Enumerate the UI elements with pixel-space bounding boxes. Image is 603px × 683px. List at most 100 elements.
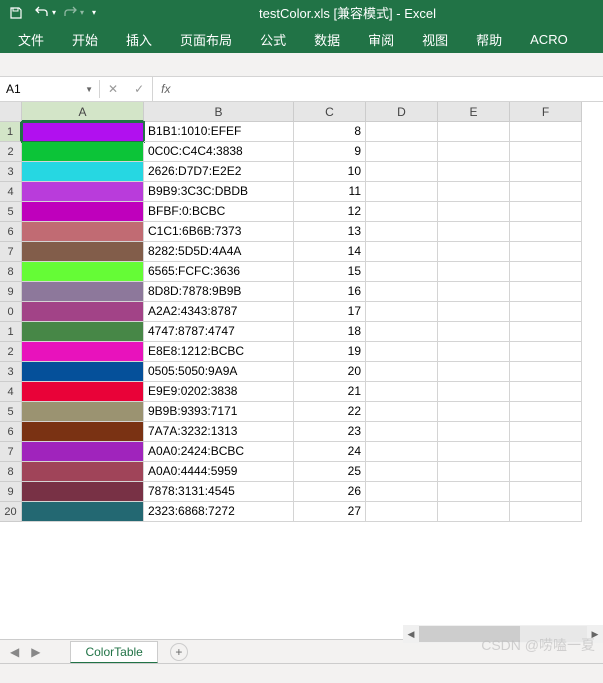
sheet-tab-colortable[interactable]: ColorTable — [70, 641, 157, 663]
cell[interactable] — [510, 182, 582, 202]
cell[interactable] — [510, 122, 582, 142]
cell-color[interactable] — [22, 382, 144, 402]
name-box[interactable]: A1 ▼ — [0, 80, 100, 98]
row-header[interactable]: 8 — [0, 462, 22, 482]
cell[interactable]: 7A7A:3232:1313 — [144, 422, 294, 442]
cell[interactable]: 11 — [294, 182, 366, 202]
cell[interactable]: 19 — [294, 342, 366, 362]
cell[interactable] — [366, 162, 438, 182]
cell[interactable]: A2A2:4343:8787 — [144, 302, 294, 322]
cell[interactable] — [438, 322, 510, 342]
cell[interactable] — [438, 382, 510, 402]
cell[interactable] — [366, 422, 438, 442]
cell[interactable] — [438, 302, 510, 322]
cell[interactable] — [510, 402, 582, 422]
row-header[interactable]: 7 — [0, 242, 22, 262]
row-header[interactable]: 8 — [0, 262, 22, 282]
cell[interactable]: A0A0:4444:5959 — [144, 462, 294, 482]
cell-color[interactable] — [22, 362, 144, 382]
cell-color[interactable] — [22, 442, 144, 462]
cell-color[interactable] — [22, 242, 144, 262]
cell[interactable]: A0A0:2424:BCBC — [144, 442, 294, 462]
row-header[interactable]: 3 — [0, 362, 22, 382]
row-header[interactable]: 9 — [0, 482, 22, 502]
cell[interactable]: 18 — [294, 322, 366, 342]
fx-label[interactable]: fx — [153, 82, 178, 96]
cell[interactable] — [366, 322, 438, 342]
cell[interactable] — [510, 422, 582, 442]
row-header[interactable]: 6 — [0, 222, 22, 242]
cell[interactable] — [438, 282, 510, 302]
cell[interactable]: 23 — [294, 422, 366, 442]
new-sheet-button[interactable]: + — [170, 643, 188, 661]
row-header[interactable]: 2 — [0, 342, 22, 362]
cell[interactable] — [438, 142, 510, 162]
row-header[interactable]: 3 — [0, 162, 22, 182]
cell[interactable]: 15 — [294, 262, 366, 282]
cell[interactable] — [510, 222, 582, 242]
cell[interactable] — [510, 262, 582, 282]
row-header[interactable]: 5 — [0, 202, 22, 222]
cell[interactable] — [438, 122, 510, 142]
cell[interactable]: 6565:FCFC:3636 — [144, 262, 294, 282]
cell[interactable] — [510, 302, 582, 322]
cell[interactable]: B9B9:3C3C:DBDB — [144, 182, 294, 202]
cell[interactable] — [438, 422, 510, 442]
cell[interactable]: 2323:6868:7272 — [144, 502, 294, 522]
select-all-cell[interactable] — [0, 102, 22, 122]
cell[interactable] — [510, 462, 582, 482]
cell-color[interactable] — [22, 302, 144, 322]
cell-color[interactable] — [22, 202, 144, 222]
cell[interactable] — [510, 242, 582, 262]
ribbon-tab-8[interactable]: 帮助 — [462, 24, 516, 55]
cell[interactable]: 21 — [294, 382, 366, 402]
cell[interactable] — [510, 322, 582, 342]
cell[interactable] — [366, 182, 438, 202]
col-header-a[interactable]: A — [22, 102, 144, 122]
cell[interactable] — [510, 502, 582, 522]
cell[interactable] — [366, 122, 438, 142]
cell[interactable] — [438, 202, 510, 222]
cell-color[interactable] — [22, 342, 144, 362]
row-header[interactable]: 7 — [0, 442, 22, 462]
ribbon-tab-2[interactable]: 插入 — [112, 24, 166, 55]
cell[interactable] — [510, 362, 582, 382]
cell[interactable] — [366, 442, 438, 462]
row-header[interactable]: 6 — [0, 422, 22, 442]
col-header-c[interactable]: C — [294, 102, 366, 122]
cell-color[interactable] — [22, 122, 144, 142]
col-header-e[interactable]: E — [438, 102, 510, 122]
cell[interactable] — [366, 202, 438, 222]
cell[interactable] — [366, 342, 438, 362]
cell[interactable]: 8282:5D5D:4A4A — [144, 242, 294, 262]
save-icon[interactable] — [4, 2, 28, 24]
row-header[interactable]: 9 — [0, 282, 22, 302]
cell[interactable]: 22 — [294, 402, 366, 422]
cell[interactable] — [438, 402, 510, 422]
cell[interactable] — [510, 442, 582, 462]
ribbon-tab-0[interactable]: 文件 — [4, 24, 58, 55]
cell[interactable] — [366, 382, 438, 402]
cell[interactable] — [438, 462, 510, 482]
cancel-icon[interactable]: ✕ — [108, 82, 118, 96]
cell-color[interactable] — [22, 462, 144, 482]
cell[interactable]: C1C1:6B6B:7373 — [144, 222, 294, 242]
row-header[interactable]: 1 — [0, 122, 22, 142]
cell[interactable] — [366, 462, 438, 482]
cell[interactable]: 0C0C:C4C4:3838 — [144, 142, 294, 162]
cell[interactable]: 8 — [294, 122, 366, 142]
cell[interactable]: 12 — [294, 202, 366, 222]
cell[interactable] — [510, 282, 582, 302]
ribbon-tab-9[interactable]: ACRO — [516, 26, 582, 53]
cell[interactable] — [366, 362, 438, 382]
cell[interactable] — [438, 242, 510, 262]
tab-nav-prev-icon[interactable]: ◀ — [10, 645, 19, 659]
cell[interactable] — [366, 282, 438, 302]
ribbon-tab-3[interactable]: 页面布局 — [166, 24, 246, 55]
cell[interactable]: 26 — [294, 482, 366, 502]
cell-color[interactable] — [22, 482, 144, 502]
redo-icon[interactable] — [58, 2, 82, 24]
cell-color[interactable] — [22, 502, 144, 522]
row-header[interactable]: 4 — [0, 382, 22, 402]
undo-icon[interactable] — [30, 2, 54, 24]
